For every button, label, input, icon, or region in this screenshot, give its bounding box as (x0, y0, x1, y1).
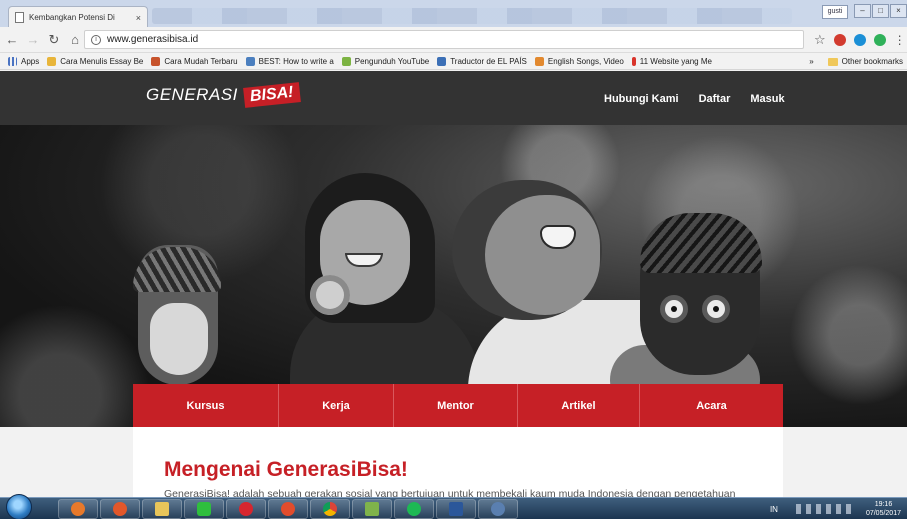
browser-tab-active[interactable]: Kembangkan Potensi Di × (8, 6, 148, 28)
tray-icons[interactable] (795, 504, 856, 514)
app-o-icon (71, 502, 85, 516)
bookmarks-overflow-area: » Other bookmarks (803, 53, 907, 69)
nav-link-masuk[interactable]: Masuk (750, 93, 784, 105)
bookmark-favicon-icon (151, 56, 161, 66)
bookmark-item[interactable]: Pengunduh YouTube (341, 56, 429, 66)
skype-extension-icon[interactable] (853, 34, 866, 46)
bookmark-apps[interactable]: Apps (8, 56, 39, 66)
line-icon (197, 502, 211, 516)
chrome-menu-icon[interactable]: ⋮ (894, 34, 906, 46)
bookmark-favicon-icon (534, 56, 544, 66)
clock-time: 19:16 (874, 501, 893, 508)
reload-icon[interactable]: ↻ (45, 32, 63, 48)
clock-date: 07/05/2017 (865, 510, 901, 517)
nav-link-daftar[interactable]: Daftar (699, 93, 731, 105)
bookmark-favicon-icon (245, 56, 255, 66)
alarm-icon (281, 502, 295, 516)
about-section: Mengenai GenerasiBisa! GenerasiBisa! ada… (133, 427, 783, 497)
about-title: Mengenai GenerasiBisa! (164, 458, 408, 481)
apps-grid-icon (8, 56, 17, 66)
bookmark-item[interactable]: Cara Mudah Terbaru (151, 56, 238, 66)
opera-icon (239, 502, 253, 516)
language-indicator[interactable]: IN (770, 505, 778, 514)
category-nav: Kursus Kerja Mentor Artikel Acara (133, 384, 783, 427)
taskbar-app-gallery[interactable] (352, 499, 392, 519)
nav-link-hubungi-kami[interactable]: Hubungi Kami (604, 93, 679, 105)
bookmark-favicon-icon (341, 56, 351, 66)
taskbar-app-line[interactable] (184, 499, 224, 519)
folder-icon (155, 502, 169, 516)
address-bar[interactable]: i www.generasibisa.id (84, 30, 804, 49)
home-icon[interactable]: ⌂ (66, 32, 84, 47)
taskbar-app-spotify[interactable] (394, 499, 434, 519)
page-icon (15, 12, 24, 23)
adblock-extension-icon[interactable] (833, 34, 846, 46)
green-extension-icon[interactable] (873, 34, 886, 46)
maximize-button[interactable]: □ (872, 4, 889, 18)
chrome-icon (323, 502, 337, 516)
browser-toolbar: ← → ↻ ⌂ i www.generasibisa.id ☆ ⋮ (0, 27, 907, 53)
bookmark-item[interactable]: BEST: How to write a (245, 56, 334, 66)
start-button[interactable] (6, 494, 32, 519)
bookmark-favicon-icon (47, 56, 57, 66)
taskbar-app-firefox[interactable] (100, 499, 140, 519)
tab-title: Kembangkan Potensi Di (29, 13, 115, 22)
firefox-icon (113, 502, 127, 516)
bookmark-item[interactable]: English Songs, Video (534, 56, 624, 66)
bookmarks-overflow-button[interactable]: » (809, 57, 813, 66)
windows-taskbar: IN 19:16 07/05/2017 (0, 494, 907, 519)
extension-icons: ☆ ⋮ (814, 32, 906, 48)
tab-close-button[interactable]: × (136, 13, 141, 23)
bookmark-favicon-icon (437, 56, 447, 66)
minimize-button[interactable]: – (854, 4, 871, 18)
taskbar-app-opera[interactable] (226, 499, 266, 519)
hero-image (0, 125, 907, 427)
clock[interactable]: 19:16 07/05/2017 (866, 500, 901, 518)
category-mentor[interactable]: Mentor (394, 384, 518, 427)
taskbar-app-word[interactable] (436, 499, 476, 519)
close-window-button[interactable]: × (890, 4, 907, 18)
flower (310, 275, 350, 315)
spotify-icon (407, 502, 421, 516)
other-bookmarks-button[interactable]: Other bookmarks (842, 57, 903, 66)
taskbar-app-alarm[interactable] (268, 499, 308, 519)
folder-icon (827, 57, 838, 66)
mask-eye-right (702, 295, 730, 323)
logo-text: GENERASI (146, 85, 238, 104)
boy-face (485, 195, 600, 315)
top-nav: Hubungi Kami Daftar Masuk (604, 93, 805, 105)
bookmark-item[interactable]: Traductor de EL PAÍS (437, 56, 527, 66)
gallery-icon (365, 502, 379, 516)
system-tray: IN 19:16 07/05/2017 (770, 500, 901, 518)
category-acara[interactable]: Acara (640, 384, 783, 427)
category-kursus[interactable]: Kursus (133, 384, 279, 427)
browser-tab-strip: Kembangkan Potensi Di × gusti – □ × (0, 0, 907, 28)
bookmarks-bar: Apps Cara Menulis Essay Be Cara Mudah Te… (0, 53, 907, 70)
taskbar-app-chrome[interactable] (310, 499, 350, 519)
mask-face-left (150, 303, 208, 375)
profile-button[interactable]: gusti (822, 5, 848, 19)
bookmark-favicon-icon (631, 56, 636, 66)
media-icon (491, 502, 505, 516)
mask-eye-left (660, 295, 688, 323)
forward-icon[interactable]: → (24, 32, 42, 47)
taskbar-app-media[interactable] (478, 499, 518, 519)
site-logo[interactable]: GENERASI BISA! (146, 82, 301, 108)
taskbar-app-o[interactable] (58, 499, 98, 519)
bookmark-star-icon[interactable]: ☆ (814, 32, 826, 48)
url-text: www.generasibisa.id (107, 34, 199, 45)
logo-badge: BISA! (242, 82, 301, 108)
back-icon[interactable]: ← (3, 32, 21, 47)
window-controls: – □ × (853, 4, 907, 18)
taskbar-app-explorer[interactable] (142, 499, 182, 519)
about-text: GenerasiBisa! adalah sebuah gerakan sosi… (164, 488, 736, 497)
site-header: GENERASI BISA! Hubungi Kami Daftar Masuk (0, 71, 907, 125)
category-artikel[interactable]: Artikel (518, 384, 640, 427)
bookmark-item[interactable]: Cara Menulis Essay Be (47, 56, 143, 66)
bookmark-item[interactable]: 11 Website yang Me (631, 56, 712, 66)
other-tabs-blurred (152, 8, 792, 24)
category-kerja[interactable]: Kerja (279, 384, 394, 427)
word-icon (449, 502, 463, 516)
info-icon[interactable]: i (91, 34, 101, 45)
